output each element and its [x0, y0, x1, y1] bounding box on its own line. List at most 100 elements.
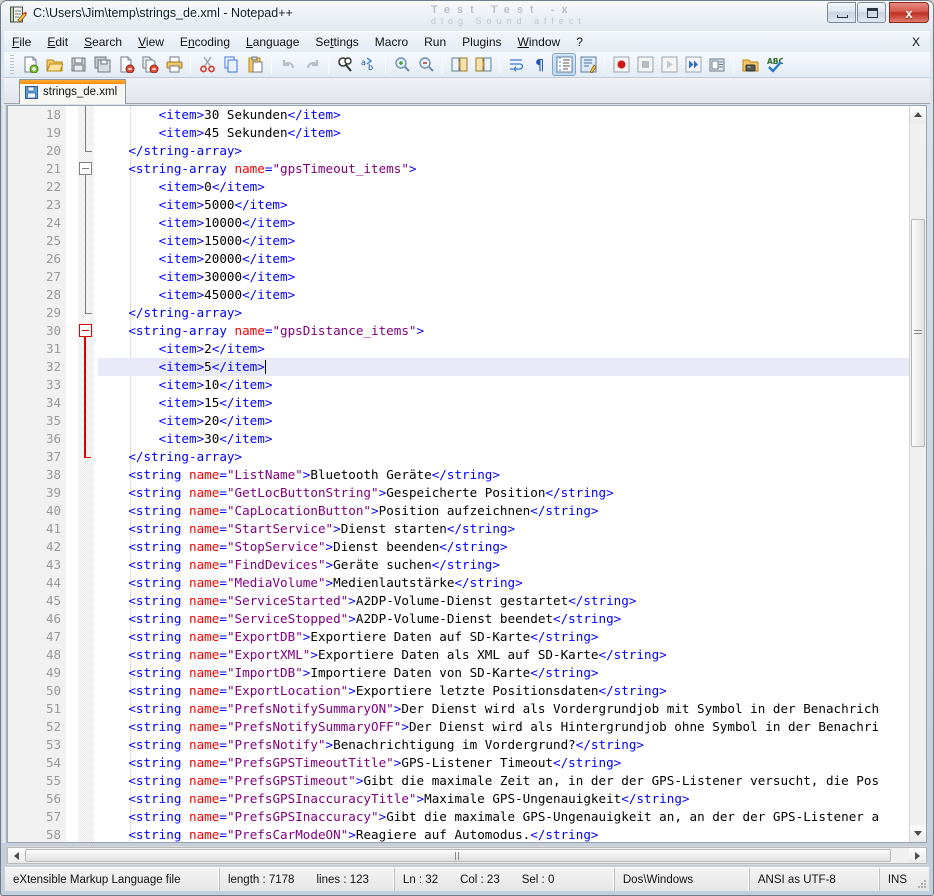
code-line[interactable]: <string name="ServiceStarted">A2DP-Volum…	[98, 592, 926, 610]
run-macro-multiple-icon[interactable]	[681, 53, 705, 76]
code-line[interactable]: <item>10</item>	[98, 376, 926, 394]
indent-guide-icon[interactable]	[552, 53, 576, 76]
scroll-right-arrow-icon[interactable]	[909, 848, 926, 863]
menu-item-file[interactable]: FFileile	[4, 33, 39, 51]
scroll-up-arrow-icon[interactable]	[910, 106, 926, 123]
code-line[interactable]: <item>45000</item>	[98, 286, 926, 304]
title-bar[interactable]: C:\Users\Jim\temp\strings_de.xml - Notep…	[1, 1, 933, 30]
horizontal-scrollbar[interactable]	[7, 847, 927, 864]
user-defined-dialog-icon[interactable]	[576, 53, 600, 76]
code-line[interactable]: <string name="ListName">Bluetooth Geräte…	[98, 466, 926, 484]
record-macro-icon[interactable]	[609, 53, 633, 76]
save-icon[interactable]	[66, 53, 90, 76]
code-line[interactable]: <string name="PrefsGPSInaccuracy">Gibt d…	[98, 808, 926, 826]
horizontal-scrollbar-thumb[interactable]	[25, 849, 892, 862]
stop-macro-icon[interactable]	[633, 53, 657, 76]
menu-item-run[interactable]: Run	[416, 33, 454, 51]
menu-item-macro[interactable]: Macro	[367, 33, 416, 51]
code-line[interactable]: <string name="CapLocationButton">Positio…	[98, 502, 926, 520]
save-all-icon[interactable]	[90, 53, 114, 76]
zoom-out-icon[interactable]	[414, 53, 438, 76]
code-line[interactable]: <string name="MediaVolume">Medienlautstä…	[98, 574, 926, 592]
find-icon[interactable]	[333, 53, 357, 76]
menu-item-help[interactable]: ?	[568, 33, 591, 51]
undo-icon[interactable]	[276, 53, 300, 76]
code-line[interactable]: <item>5000</item>	[98, 196, 926, 214]
code-line[interactable]: <string name="PrefsGPSTimeout">Gibt die …	[98, 772, 926, 790]
code-line[interactable]: <item>20</item>	[98, 412, 926, 430]
menu-item-search[interactable]: Search	[76, 33, 130, 51]
close-document-button[interactable]: X	[912, 35, 920, 49]
show-all-characters-icon[interactable]: ¶	[528, 53, 552, 76]
vertical-scrollbar-thumb[interactable]	[911, 219, 925, 447]
cut-icon[interactable]	[195, 53, 219, 76]
code-line[interactable]: </string-array>	[98, 142, 926, 160]
save-macro-icon[interactable]	[705, 53, 729, 76]
code-line[interactable]: <item>10000</item>	[98, 214, 926, 232]
menu-item-window[interactable]: Window	[510, 33, 569, 51]
code-line[interactable]: <item>15000</item>	[98, 232, 926, 250]
code-line[interactable]: <string name="StopService">Dienst beende…	[98, 538, 926, 556]
play-macro-icon[interactable]	[657, 53, 681, 76]
scroll-left-arrow-icon[interactable]	[8, 848, 25, 863]
close-button[interactable]: x	[889, 2, 929, 23]
code-line[interactable]: <string name="PrefsNotify">Benachrichtig…	[98, 736, 926, 754]
code-line[interactable]: <item>20000</item>	[98, 250, 926, 268]
code-line[interactable]: <string name="ImportDB">Importiere Daten…	[98, 664, 926, 682]
code-line[interactable]: </string-array>	[98, 448, 926, 466]
new-file-icon[interactable]	[18, 53, 42, 76]
menu-item-settings[interactable]: Settings	[307, 33, 366, 51]
code-line[interactable]: <item>2</item>	[98, 340, 926, 358]
code-line[interactable]: <item>30000</item>	[98, 268, 926, 286]
menu-item-language[interactable]: Language	[238, 33, 307, 51]
resize-grip[interactable]	[915, 868, 929, 891]
run-icon[interactable]	[738, 53, 762, 76]
code-line[interactable]: <string name="PrefsNotifySummaryON">Der …	[98, 700, 926, 718]
editor-area[interactable]: 18 19 20 21 22 23 24 25 26 27 28 29 30 31 32 33 34 35 36 37…	[7, 105, 927, 843]
code-line[interactable]: <item>15</item>	[98, 394, 926, 412]
code-line[interactable]: <string-array name="gpsDistance_items">	[98, 322, 926, 340]
sync-horizontal-scroll-icon[interactable]	[471, 53, 495, 76]
code-line[interactable]: <string name="PrefsNotifySummaryOFF">Der…	[98, 718, 926, 736]
menu-item-edit[interactable]: Edit	[39, 33, 76, 51]
code-line[interactable]: <string name="StartService">Dienst start…	[98, 520, 926, 538]
close-all-files-icon[interactable]	[138, 53, 162, 76]
code-line[interactable]: <item>45 Sekunden</item>	[98, 124, 926, 142]
code-line[interactable]: <string name="ExportDB">Exportiere Daten…	[98, 628, 926, 646]
code-line[interactable]: <string name="PrefsGPSTimeoutTitle">GPS-…	[98, 754, 926, 772]
vertical-scrollbar[interactable]	[909, 106, 926, 842]
code-line[interactable]: <string name="PrefsGPSInaccuracyTitle">M…	[98, 790, 926, 808]
code-line[interactable]: <item>30 Sekunden</item>	[98, 106, 926, 124]
code-line[interactable]: <item>0</item>	[98, 178, 926, 196]
replace-icon[interactable]: ab	[357, 53, 381, 76]
menu-item-view[interactable]: View	[130, 33, 172, 51]
code-text-area[interactable]: <item>30 Sekunden</item> <item>45 Sekund…	[94, 106, 926, 842]
spell-check-icon[interactable]: ABC	[762, 53, 786, 76]
code-line[interactable]: <string-array name="gpsTimeout_items">	[98, 160, 926, 178]
bookmark-margin[interactable]	[66, 106, 78, 842]
code-line[interactable]: <string name="ExportLocation">Exportiere…	[98, 682, 926, 700]
toolbar-grip[interactable]	[10, 54, 14, 75]
paste-icon[interactable]	[243, 53, 267, 76]
maximize-button[interactable]	[857, 2, 886, 23]
minimize-button[interactable]	[827, 2, 856, 23]
code-line[interactable]: <item>30</item>	[98, 430, 926, 448]
fold-margin[interactable]	[78, 106, 94, 842]
tab-strings-de-xml[interactable]: strings_de.xml	[19, 79, 126, 104]
redo-icon[interactable]	[300, 53, 324, 76]
code-line[interactable]: <string name="ServiceStopped">A2DP-Volum…	[98, 610, 926, 628]
close-file-icon[interactable]	[114, 53, 138, 76]
zoom-in-icon[interactable]	[390, 53, 414, 76]
sync-vertical-scroll-icon[interactable]	[447, 53, 471, 76]
print-icon[interactable]	[162, 53, 186, 76]
fold-collapse-box[interactable]	[79, 324, 92, 337]
menu-item-encoding[interactable]: Encoding	[172, 33, 238, 51]
open-file-icon[interactable]	[42, 53, 66, 76]
code-line[interactable]: <string name="PrefsCarModeON">Reagiere a…	[98, 826, 926, 842]
word-wrap-icon[interactable]	[504, 53, 528, 76]
copy-icon[interactable]	[219, 53, 243, 76]
horizontal-scroll-track[interactable]	[25, 848, 909, 863]
code-line[interactable]: <string name="GetLocButtonString">Gespei…	[98, 484, 926, 502]
scroll-down-arrow-icon[interactable]	[910, 825, 926, 842]
code-line[interactable]: </string-array>	[98, 304, 926, 322]
